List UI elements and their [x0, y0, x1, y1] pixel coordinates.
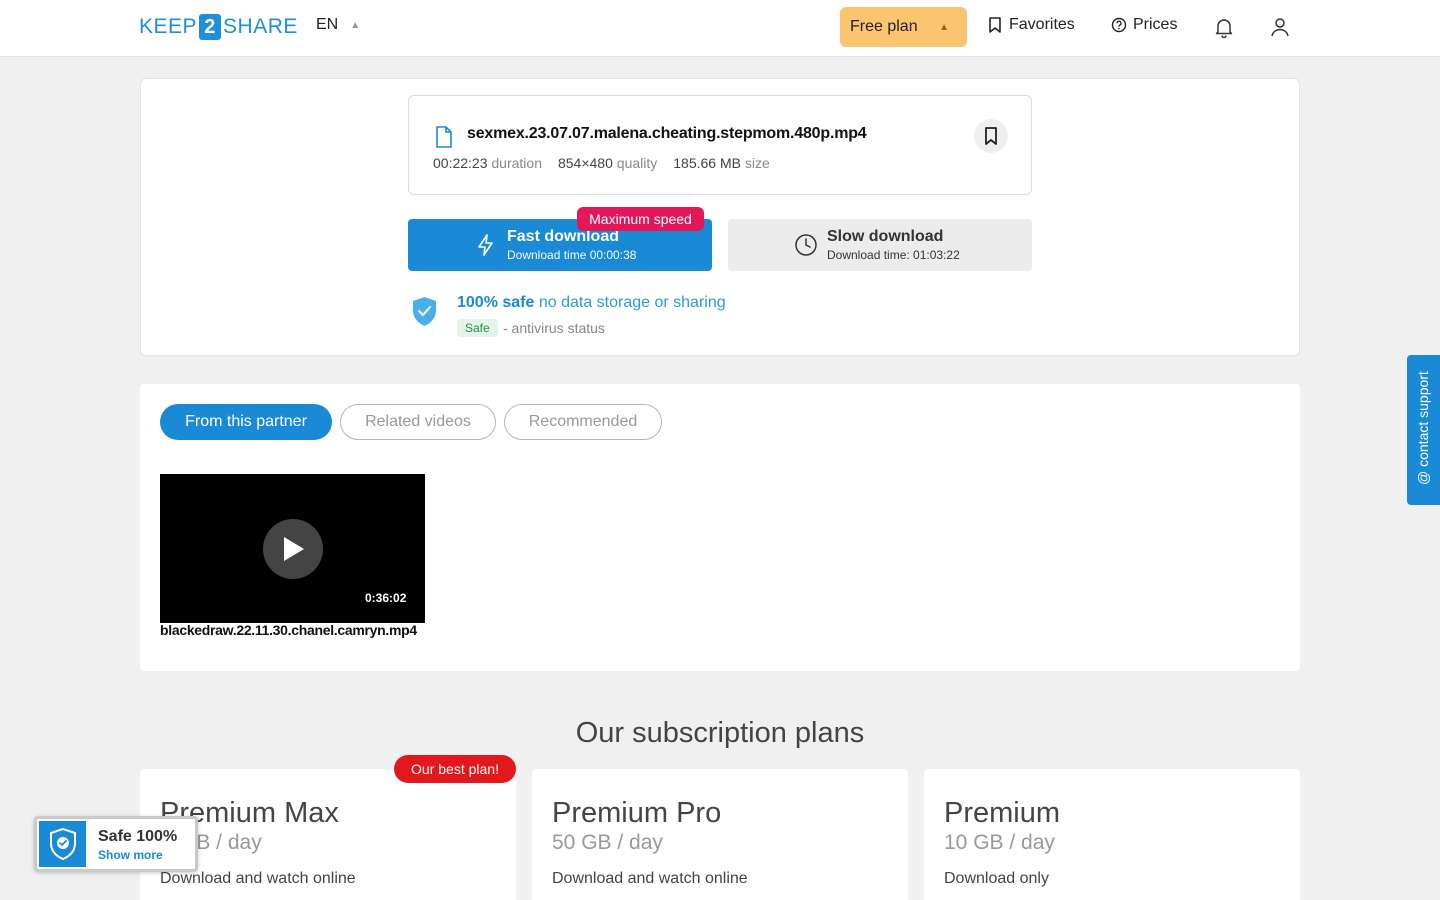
file-quality: 854×480 quality	[557, 155, 658, 171]
help-circle-icon	[1111, 17, 1127, 33]
chevron-up-icon: ▲	[939, 21, 949, 33]
file-icon	[436, 126, 452, 148]
plan-name: Premium	[944, 797, 1061, 829]
file-name: sexmex.23.07.07.malena.cheating.stepmom.…	[467, 125, 867, 142]
slow-download-title: Slow download	[827, 228, 944, 245]
chevron-up-icon: ▲	[350, 19, 361, 31]
tab-recommended[interactable]: Recommended	[504, 404, 662, 440]
prices-label: Prices	[1133, 16, 1178, 33]
bookmark-icon	[985, 127, 997, 145]
slow-download-button[interactable]: Slow download Download time: 01:03:22	[728, 219, 1032, 271]
user-icon[interactable]	[1268, 15, 1292, 39]
plan-description: Download and watch online	[160, 870, 356, 887]
play-icon	[284, 537, 304, 561]
safety-message: 100% safe no data storage or sharing	[457, 294, 726, 311]
best-plan-badge: Our best plan!	[394, 755, 516, 783]
plan-name: Premium Pro	[552, 797, 722, 829]
safe-widget-title: Safe 100%	[98, 828, 178, 845]
play-button[interactable]	[263, 519, 323, 579]
contact-support-label: @ contact support	[1415, 371, 1431, 485]
shield-box	[39, 821, 86, 867]
video-duration: 0:36:02	[365, 591, 407, 605]
logo-text-right: SHARE	[223, 15, 298, 38]
bookmark-icon	[989, 17, 1001, 33]
plan-card-premium-pro[interactable]: Premium Pro 50 GB / day Download and wat…	[532, 769, 908, 900]
keep2share-logo[interactable]: KEEP 2 SHARE	[139, 14, 298, 40]
slow-download-time: Download time: 01:03:22	[827, 248, 960, 262]
fast-download-time: Download time 00:00:38	[507, 248, 637, 262]
maximum-speed-badge: Maximum speed	[577, 207, 704, 231]
top-header: KEEP 2 SHARE EN ▲ Free plan ▲ Favorites Pr…	[0, 0, 1440, 57]
logo-number: 2	[199, 14, 222, 40]
file-size: 185.66 MB size	[673, 155, 770, 171]
bell-icon[interactable]	[1212, 15, 1236, 39]
favorites-label: Favorites	[1009, 16, 1075, 33]
plan-quota: 10 GB / day	[944, 831, 1055, 854]
add-to-favorites-button[interactable]	[974, 119, 1008, 153]
shield-check-icon	[413, 297, 436, 326]
language-label: EN	[316, 16, 339, 33]
prices-link[interactable]: Prices	[1111, 16, 1177, 34]
file-duration: 00:22:23 duration	[433, 155, 542, 171]
language-selector[interactable]: EN ▲	[316, 16, 360, 34]
plan-description: Download only	[944, 870, 1049, 887]
plan-label: Free plan	[850, 18, 918, 35]
file-meta: 00:22:23 duration 854×480 quality 185.66…	[433, 155, 770, 171]
clock-icon	[795, 234, 817, 256]
shield-check-icon	[49, 827, 76, 861]
plan-description: Download and watch online	[552, 870, 748, 887]
file-info-card	[408, 95, 1032, 195]
video-title[interactable]: blackedraw.22.11.30.chanel.camryn.mp4	[160, 622, 417, 638]
plans-title: Our subscription plans	[575, 717, 865, 749]
logo-text-left: KEEP	[139, 15, 198, 38]
show-more-link[interactable]: Show more	[98, 848, 163, 862]
lightning-icon	[478, 234, 493, 256]
antivirus-status-label: - antivirus status	[503, 320, 605, 336]
contact-support-tab[interactable]: @ contact support	[1407, 355, 1440, 505]
tab-related-videos[interactable]: Related videos	[340, 404, 496, 440]
tab-from-this-partner[interactable]: From this partner	[160, 404, 332, 440]
safe-widget[interactable]: Safe 100% Show more	[34, 816, 198, 872]
plan-quota: 50 GB / day	[552, 831, 663, 854]
antivirus-safe-tag: Safe	[457, 319, 498, 337]
plan-card-premium[interactable]: Premium 10 GB / day Download only	[924, 769, 1300, 900]
free-plan-button[interactable]: Free plan ▲	[840, 7, 967, 47]
favorites-link[interactable]: Favorites	[987, 16, 1075, 34]
